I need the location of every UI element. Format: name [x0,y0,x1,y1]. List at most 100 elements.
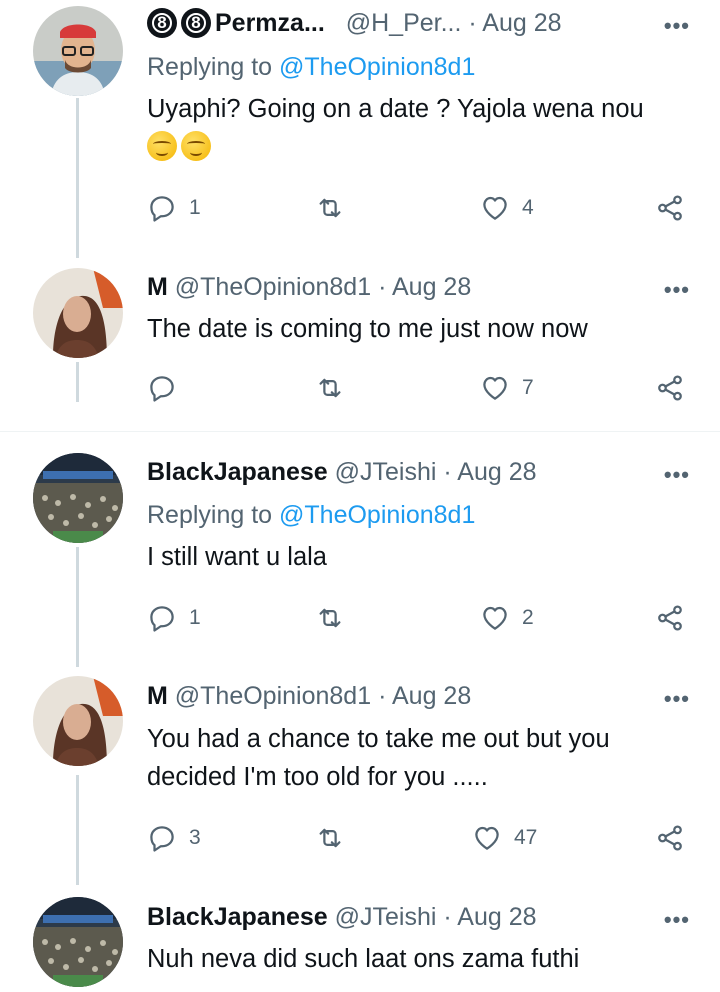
display-name[interactable]: BlackJapanese [147,458,328,486]
separator-dot: · [378,273,387,301]
like-count: 47 [514,826,538,849]
like-icon [480,193,510,223]
avatar-image [33,453,123,543]
like-button[interactable]: 7 [480,368,534,408]
smirking-face-emoji [181,131,211,161]
more-icon[interactable]: ••• [664,15,690,37]
timestamp[interactable]: Aug 28 [482,9,561,37]
tweet[interactable]: M @TheOpinion8d1 · Aug 28 ••• The date i… [0,262,720,430]
tweet-text: You had a chance to take me out but you … [147,720,690,796]
retweet-button[interactable] [315,188,345,228]
display-name[interactable]: BlackJapanese [147,903,328,931]
separator-dot: · [468,9,477,37]
reply-icon [147,193,177,223]
share-icon [655,603,685,633]
more-icon[interactable]: ••• [664,909,690,931]
display-name[interactable]: M [147,682,168,710]
tweet-header: 8 8 Permza... @H_Per... · Aug 28 [147,6,660,40]
reply-button[interactable]: 3 [147,818,201,858]
retweet-icon [315,823,345,853]
tweet-actions: 1 4 [147,188,690,228]
tweet-actions: 7 [147,368,690,408]
replying-to: Replying to @TheOpinion8d1 [147,50,475,84]
avatar[interactable] [33,453,123,543]
avatar-image [33,268,123,358]
like-count: 2 [522,606,534,629]
share-button[interactable] [655,818,685,858]
retweet-icon [315,373,345,403]
user-handle[interactable]: @JTeishi [335,458,437,486]
like-icon [472,823,502,853]
user-handle[interactable]: @TheOpinion8d1 [175,273,371,301]
emoji-badge: 8 [147,8,177,38]
tweet-header: M @TheOpinion8d1 · Aug 28 [147,270,660,304]
tweet-text-line: Uyaphi? Going on a date ? Yajola wena no… [147,95,644,123]
user-handle[interactable]: @JTeishi [335,903,437,931]
avatar[interactable] [33,897,123,987]
tweet-actions: 1 2 [147,598,690,638]
share-icon [655,193,685,223]
timestamp[interactable]: Aug 28 [457,903,536,931]
timestamp[interactable]: Aug 28 [392,273,471,301]
user-handle[interactable]: @TheOpinion8d1 [175,682,371,710]
replying-prefix: Replying to [147,501,280,529]
share-button[interactable] [655,368,685,408]
tweet-text: I still want u lala [147,543,327,571]
tweet-actions: 3 47 [147,818,690,858]
display-name[interactable]: M [147,273,168,301]
share-icon [655,373,685,403]
separator-dot: · [443,458,452,486]
reply-count: 3 [189,826,201,849]
separator-dot: · [378,682,387,710]
emoji-row [147,130,690,168]
like-count: 7 [522,376,534,399]
replying-to: Replying to @TheOpinion8d1 [147,498,475,532]
tweet-text: Nuh neva did such laat ons zama futhi [147,945,580,973]
like-count: 4 [522,196,534,219]
like-icon [480,603,510,633]
replying-prefix: Replying to [147,53,280,81]
share-button[interactable] [655,188,685,228]
emoji-badge: 8 [181,8,211,38]
tweet[interactable]: BlackJapanese @JTeishi · Aug 28 ••• Nuh … [0,892,720,992]
more-icon[interactable]: ••• [664,688,690,710]
like-button[interactable]: 47 [472,818,537,858]
reply-count: 1 [189,196,201,219]
tweet-header: BlackJapanese @JTeishi · Aug 28 [147,900,660,934]
retweet-button[interactable] [315,368,345,408]
mention-link[interactable]: @TheOpinion8d1 [279,501,475,529]
reply-icon [147,823,177,853]
tweet-text: The date is coming to me just now now [147,315,588,343]
avatar[interactable] [33,6,123,96]
timestamp[interactable]: Aug 28 [392,682,471,710]
avatar[interactable] [33,268,123,358]
tweet-text-line: You had a chance to take me out but you [147,725,610,753]
share-button[interactable] [655,598,685,638]
tweet-header: BlackJapanese @JTeishi · Aug 28 [147,455,660,489]
like-button[interactable]: 4 [480,188,534,228]
like-icon [480,373,510,403]
like-button[interactable]: 2 [480,598,534,638]
more-icon[interactable]: ••• [664,279,690,301]
retweet-button[interactable] [315,818,345,858]
retweet-button[interactable] [315,598,345,638]
reply-icon [147,603,177,633]
retweet-icon [315,193,345,223]
user-handle[interactable]: @H_Per... [346,9,462,37]
tweet-text: Uyaphi? Going on a date ? Yajola wena no… [147,90,690,168]
avatar-image [33,6,123,96]
timestamp[interactable]: Aug 28 [457,458,536,486]
tweet-text-line: decided I'm too old for you ..... [147,763,488,791]
mention-link[interactable]: @TheOpinion8d1 [279,53,475,81]
separator-dot: · [443,903,452,931]
avatar[interactable] [33,676,123,766]
tweet[interactable]: M @TheOpinion8d1 · Aug 28 ••• You had a … [0,670,720,890]
display-name[interactable]: Permza... [215,9,325,37]
tweet[interactable]: 8 8 Permza... @H_Per... · Aug 28 ••• Reply… [0,0,720,260]
reply-button[interactable]: 1 [147,188,201,228]
tweet-header: M @TheOpinion8d1 · Aug 28 [147,679,660,713]
reply-button[interactable]: 1 [147,598,201,638]
tweet[interactable]: BlackJapanese @JTeishi · Aug 28 ••• Repl… [0,446,720,666]
reply-button[interactable] [147,368,177,408]
more-icon[interactable]: ••• [664,464,690,486]
